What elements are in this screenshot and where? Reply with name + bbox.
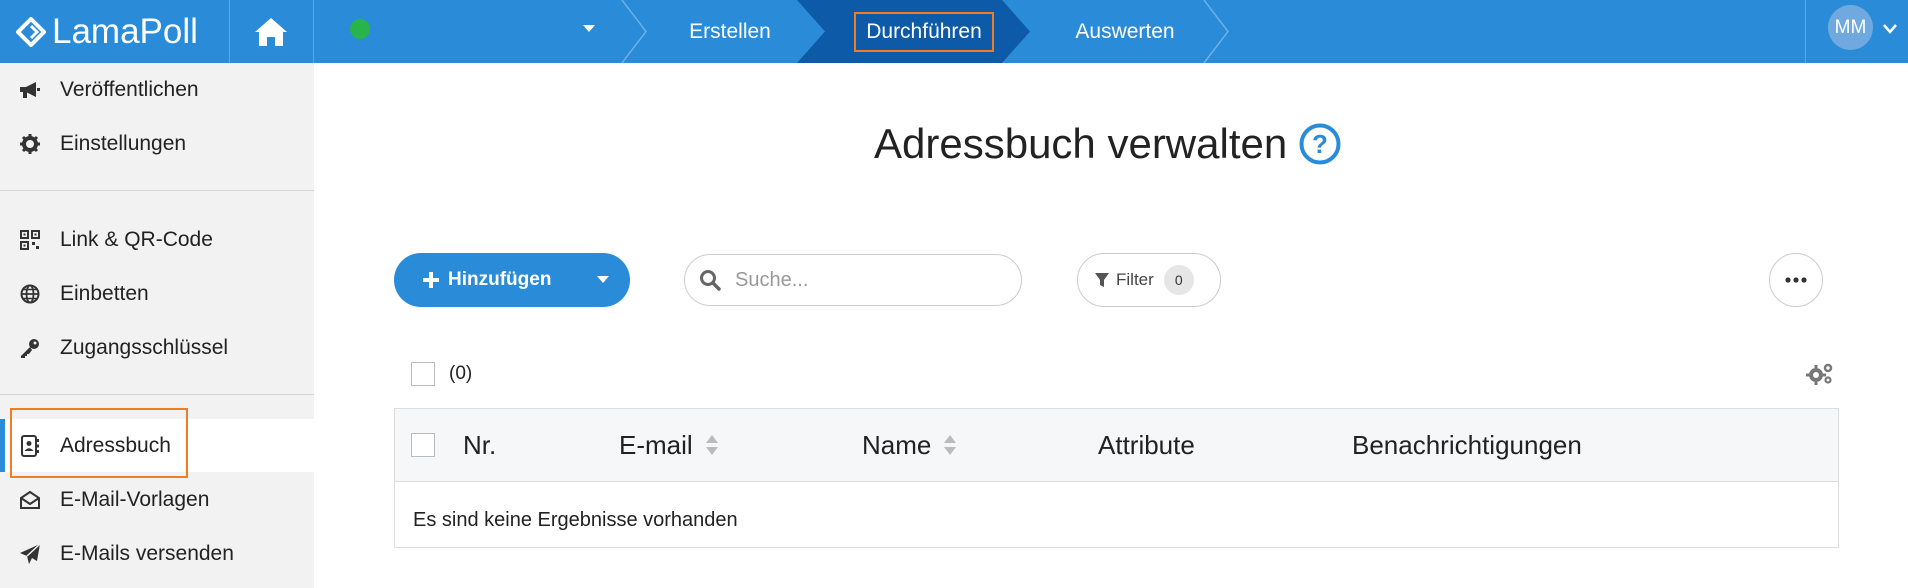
sidebar-item-link-qr-code[interactable]: Link & QR-Code [0, 213, 314, 266]
search-input[interactable] [733, 267, 987, 293]
sidebar-item-zugangsschluessel[interactable]: Zugangsschlüssel [0, 321, 314, 374]
breadcrumb-separator [1203, 0, 1229, 63]
gear-icon [0, 133, 60, 154]
step-label: Durchführen [854, 11, 994, 52]
empty-message: Es sind keine Ergebnisse vorhanden [413, 509, 738, 531]
filter-label: Filter [1116, 270, 1154, 289]
key-icon [0, 337, 60, 359]
column-header-email[interactable]: E-mail [619, 409, 719, 481]
sidebar-item-adressbuch[interactable]: Adressbuch [0, 419, 314, 472]
search-icon [700, 270, 721, 291]
top-navbar: LamaPoll Erstellen Durchführen Auswerten… [0, 0, 1908, 63]
survey-status-select[interactable] [314, 0, 614, 63]
sidebar-item-label: Zugangsschlüssel [60, 335, 229, 359]
address-book-icon [0, 434, 60, 457]
step-auswerten[interactable]: Auswerten [1040, 0, 1210, 63]
sidebar-item-einstellungen[interactable]: Einstellungen [0, 117, 314, 170]
column-header-name[interactable]: Name [862, 409, 957, 481]
ellipsis-icon [1785, 277, 1807, 283]
lamapoll-logo[interactable]: LamaPoll [0, 0, 228, 63]
step-durchfuehren[interactable]: Durchführen [826, 0, 1022, 63]
filter-count-badge: 0 [1163, 265, 1194, 295]
sidebar-item-label: Einbetten [60, 281, 149, 305]
step-erstellen[interactable]: Erstellen [650, 0, 810, 63]
help-icon[interactable]: ? [1299, 123, 1341, 165]
svg-text:?: ? [1312, 129, 1328, 159]
column-label: Benachrichtigungen [1352, 429, 1582, 460]
column-header-benachrichtigungen: Benachrichtigungen [1352, 409, 1582, 481]
page-title: Adressbuch verwalten [874, 120, 1288, 167]
step-label: Erstellen [689, 19, 771, 43]
sidebar-item-label: E-Mail-Vorlagen [60, 487, 210, 511]
selection-count: (0) [449, 363, 473, 384]
select-all-checkbox[interactable] [411, 362, 435, 386]
column-header-nr: Nr. [463, 409, 496, 481]
logo-icon [16, 16, 46, 47]
sidebar-item-email-vorlagen[interactable]: E-Mail-Vorlagen [0, 473, 314, 526]
divider [0, 190, 314, 191]
sort-icon[interactable] [705, 434, 719, 456]
add-button[interactable]: Hinzufügen [394, 253, 630, 307]
address-table: Nr. E-mail Name Attribute Benachrichtigu… [394, 408, 1839, 548]
sidebar-item-veroeffentlichen[interactable]: Veröffentlichen [0, 63, 314, 116]
sidebar-item-label: E-Mails versenden [60, 541, 234, 565]
chevron-down-icon[interactable] [1883, 24, 1897, 34]
breadcrumb-separator [621, 0, 647, 63]
sidebar: Veröffentlichen Einstellungen Link & QR-… [0, 63, 314, 588]
qr-code-icon [0, 229, 60, 250]
app-name: LamaPoll [52, 11, 198, 51]
chevron-down-icon [583, 25, 595, 32]
user-avatar[interactable]: MM [1828, 5, 1873, 50]
table-header: Nr. E-mail Name Attribute Benachrichtigu… [395, 409, 1838, 482]
column-label: Name [862, 429, 932, 460]
envelope-open-icon [0, 490, 60, 510]
home-icon [255, 17, 287, 46]
sidebar-item-emails-versenden[interactable]: E-Mails versenden [0, 527, 314, 580]
filter-icon [1095, 273, 1109, 287]
column-label: Attribute [1098, 429, 1195, 460]
status-dot [350, 19, 370, 39]
column-label: E-mail [619, 429, 693, 460]
column-label: Nr. [463, 429, 497, 460]
header-checkbox[interactable] [411, 433, 435, 457]
divider [1805, 0, 1806, 63]
divider [0, 394, 314, 395]
sidebar-item-label: Veröffentlichen [60, 77, 199, 101]
avatar-initials: MM [1834, 16, 1867, 38]
selection-row: (0) [411, 362, 472, 386]
sidebar-item-label: Einstellungen [60, 131, 187, 155]
plus-icon [423, 272, 439, 288]
chevron-down-icon[interactable] [596, 275, 610, 285]
megaphone-icon [0, 80, 60, 100]
globe-icon [0, 284, 60, 304]
more-options-button[interactable] [1769, 253, 1823, 307]
sidebar-item-label: Link & QR-Code [60, 227, 213, 251]
page-title-container: Adressbuch verwalten ? [874, 120, 1341, 168]
column-settings-icon[interactable] [1806, 362, 1834, 386]
active-indicator [0, 419, 5, 472]
step-label: Auswerten [1075, 19, 1175, 43]
sidebar-item-einbetten[interactable]: Einbetten [0, 267, 314, 320]
filter-button[interactable]: Filter 0 [1077, 253, 1221, 307]
paper-plane-icon [0, 542, 60, 565]
sidebar-item-label: Adressbuch [60, 433, 171, 457]
column-header-attribute: Attribute [1098, 409, 1195, 481]
home-button[interactable] [230, 0, 312, 63]
search-box [684, 254, 1022, 306]
add-button-label: Hinzufügen [448, 269, 552, 290]
header-checkbox-cell [411, 409, 435, 481]
sort-icon[interactable] [943, 434, 957, 456]
